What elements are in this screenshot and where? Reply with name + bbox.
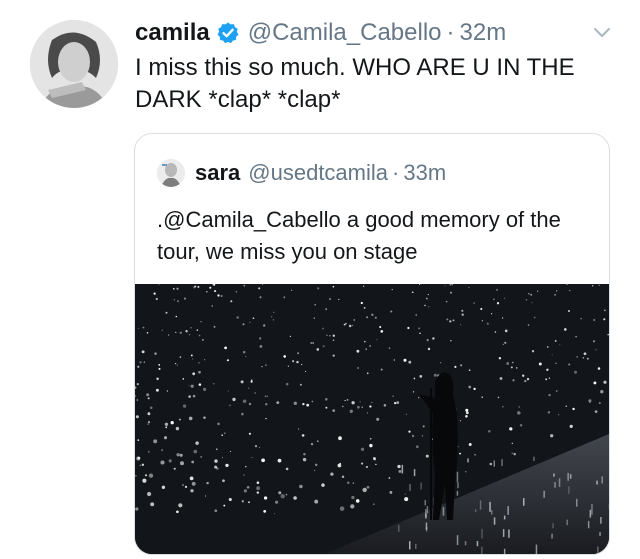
quoted-display-name[interactable]: sara: [195, 159, 240, 187]
display-name[interactable]: camila: [135, 18, 210, 48]
separator-dot: ·: [446, 19, 455, 46]
quoted-user-handle[interactable]: @usedtcamila: [248, 159, 388, 187]
quoted-tweet-card[interactable]: sara @usedtcamila · 33m .@Camila_Cabello…: [134, 133, 610, 555]
tweet-timestamp[interactable]: 32m: [460, 18, 507, 48]
quoted-tweet-header: sara @usedtcamila · 33m: [157, 159, 446, 187]
profile-avatar[interactable]: [30, 20, 118, 108]
chevron-down-icon[interactable]: [592, 26, 612, 45]
tweet-text: I miss this so much. WHO ARE U IN THE DA…: [135, 54, 575, 113]
tweet-header: camila @Camila_Cabello · 32m: [135, 18, 506, 48]
quoted-user-avatar[interactable]: [157, 159, 185, 187]
quoted-separator-dot: ·: [392, 160, 400, 185]
quoted-tweet-text: .@Camila_Cabello a good memory of the to…: [157, 207, 561, 264]
verified-badge-icon: [216, 21, 240, 45]
quoted-timestamp[interactable]: 33m: [403, 159, 446, 187]
concert-video-thumbnail[interactable]: [135, 284, 609, 554]
user-handle[interactable]: @Camila_Cabello: [248, 18, 442, 48]
